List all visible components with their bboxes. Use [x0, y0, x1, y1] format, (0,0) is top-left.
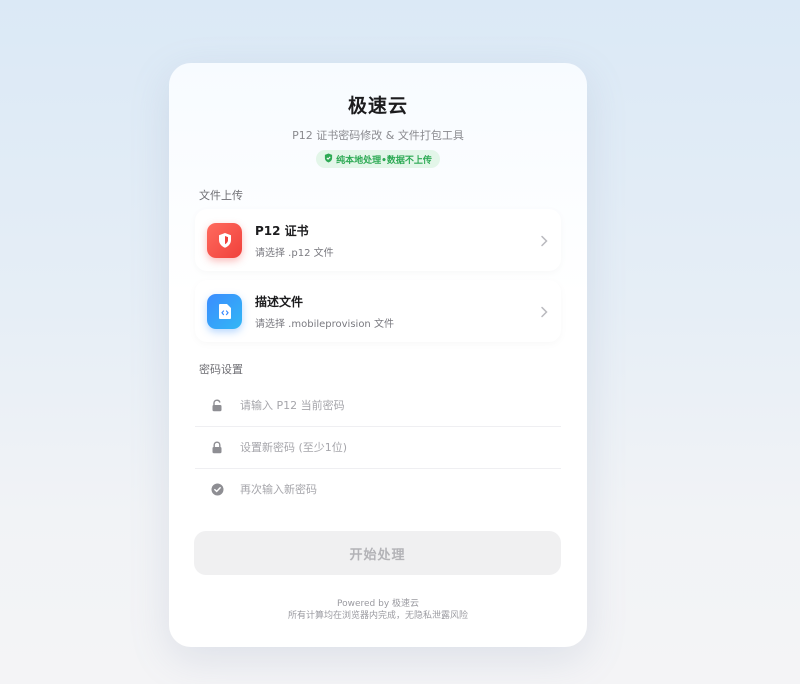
current-password-row [195, 384, 561, 427]
mobileprovision-upload-row[interactable]: 描述文件 请选择 .mobileprovision 文件 [195, 280, 561, 342]
shield-icon [207, 222, 242, 258]
mobileprovision-upload-title: 描述文件 [255, 294, 304, 309]
unlock-icon [210, 398, 224, 412]
confirm-password-input[interactable] [238, 481, 542, 497]
app-subtitle: P12 证书密码修改 & 文件打包工具 [292, 129, 464, 142]
header: 极速云 P12 证书密码修改 & 文件打包工具 纯本地处理•数据不上传 [169, 63, 587, 168]
shield-check-icon [324, 153, 333, 166]
chevron-right-icon [537, 304, 551, 318]
privacy-badge: 纯本地处理•数据不上传 [316, 150, 440, 168]
current-password-input[interactable] [238, 397, 542, 413]
check-circle-icon [210, 482, 224, 496]
code-file-icon [207, 293, 242, 329]
new-password-row [195, 426, 561, 469]
powered-by-text: Powered by 极速云 [336, 599, 420, 609]
new-password-input[interactable] [238, 439, 542, 455]
main-card: 极速云 P12 证书密码修改 & 文件打包工具 纯本地处理•数据不上传 文件上传… [169, 63, 587, 647]
p12-upload-hint: 请选择 .p12 文件 [255, 247, 334, 259]
start-processing-button[interactable]: 开始处理 [194, 531, 561, 575]
p12-upload-row[interactable]: P12 证书 请选择 .p12 文件 [195, 209, 561, 271]
chevron-right-icon [537, 233, 551, 247]
mobileprovision-upload-hint: 请选择 .mobileprovision 文件 [255, 318, 394, 330]
password-section-label: 密码设置 [199, 363, 243, 376]
app-title: 极速云 [347, 95, 408, 117]
upload-section-label: 文件上传 [199, 189, 243, 202]
p12-upload-title: P12 证书 [255, 223, 309, 238]
confirm-password-row [195, 468, 561, 510]
privacy-note: 所有计算均在浏览器内完成，无隐私泄露风险 [287, 611, 468, 621]
footer: Powered by 极速云 所有计算均在浏览器内完成，无隐私泄露风险 [169, 598, 587, 622]
privacy-badge-text: 纯本地处理•数据不上传 [336, 155, 432, 166]
lock-icon [210, 440, 224, 454]
